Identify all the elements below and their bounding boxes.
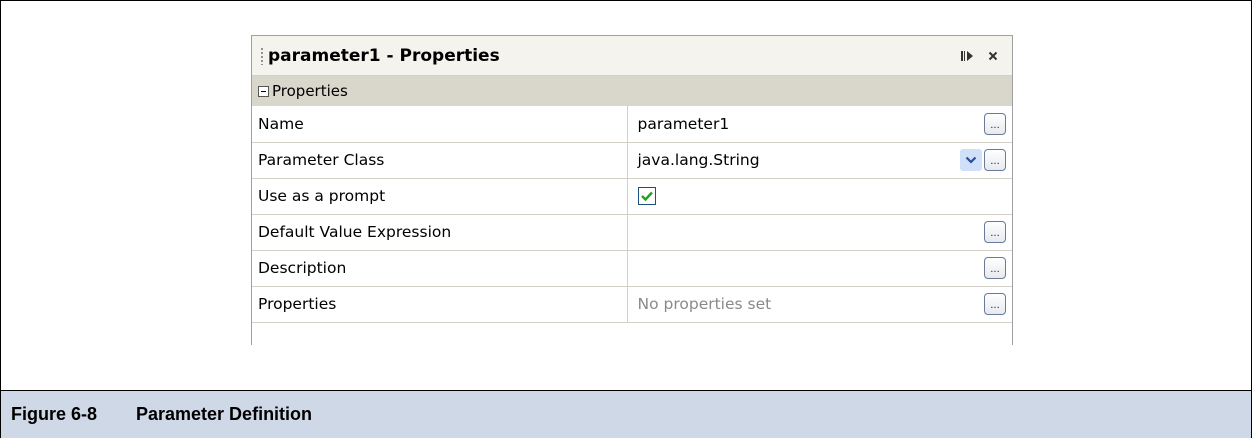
property-name: Description [252,250,628,287]
property-value[interactable]: parameter1 [638,115,730,133]
figure-number: Figure 6-8 [11,404,98,424]
maximize-icon[interactable] [958,47,976,65]
property-value-cell[interactable]: ... [627,250,1012,287]
figure-title: Parameter Definition [136,404,313,424]
section-header-properties[interactable]: Properties [252,76,1012,106]
property-value[interactable]: No properties set [638,295,772,313]
properties-panel: parameter1 - Properties Properties Name p… [251,35,1013,345]
property-name: Properties [252,286,628,323]
property-row[interactable]: Name parameter1... [252,106,1012,143]
dropdown-chevron-icon[interactable] [960,149,982,171]
property-name: Name [252,106,628,143]
property-name: Use as a prompt [252,178,628,215]
property-row[interactable]: Description... [252,250,1012,287]
section-label: Properties [272,82,348,100]
property-table: Name parameter1... Parameter Class java.lan… [252,106,1012,323]
collapse-toggle-icon[interactable] [258,85,269,97]
close-icon[interactable] [984,47,1002,65]
property-value-cell[interactable] [627,178,1012,215]
ellipsis-button[interactable]: ... [984,257,1006,279]
checkmark-icon [640,191,653,202]
ellipsis-button[interactable]: ... [984,149,1006,171]
panel-title: parameter1 - Properties [268,45,500,66]
ellipsis-button[interactable]: ... [984,112,1006,135]
ellipsis-button[interactable]: ... [984,293,1006,315]
property-name: Default Value Expression [252,214,628,251]
property-row[interactable]: Default Value Expression... [252,214,1012,251]
property-value-cell[interactable]: parameter1... [627,106,1012,143]
property-row[interactable]: Properties No properties set... [252,286,1012,323]
property-value-cell[interactable]: java.lang.String... [627,142,1012,179]
property-name: Parameter Class [252,142,628,179]
use-as-prompt-checkbox[interactable] [637,187,656,205]
property-value[interactable]: java.lang.String [638,151,760,169]
ellipsis-button[interactable]: ... [984,221,1006,243]
property-row[interactable]: Use as a prompt [252,178,1012,215]
property-value-cell[interactable]: ... [627,214,1012,251]
property-value-cell[interactable]: No properties set... [627,286,1012,323]
property-row[interactable]: Parameter Class java.lang.String... [252,142,1012,179]
drag-grip-icon[interactable] [260,46,264,65]
panel-title-bar[interactable]: parameter1 - Properties [252,36,1012,76]
figure-frame: parameter1 - Properties Properties Name p… [0,0,1252,438]
figure-caption: Figure 6-8 Parameter Definition [1,390,1251,438]
